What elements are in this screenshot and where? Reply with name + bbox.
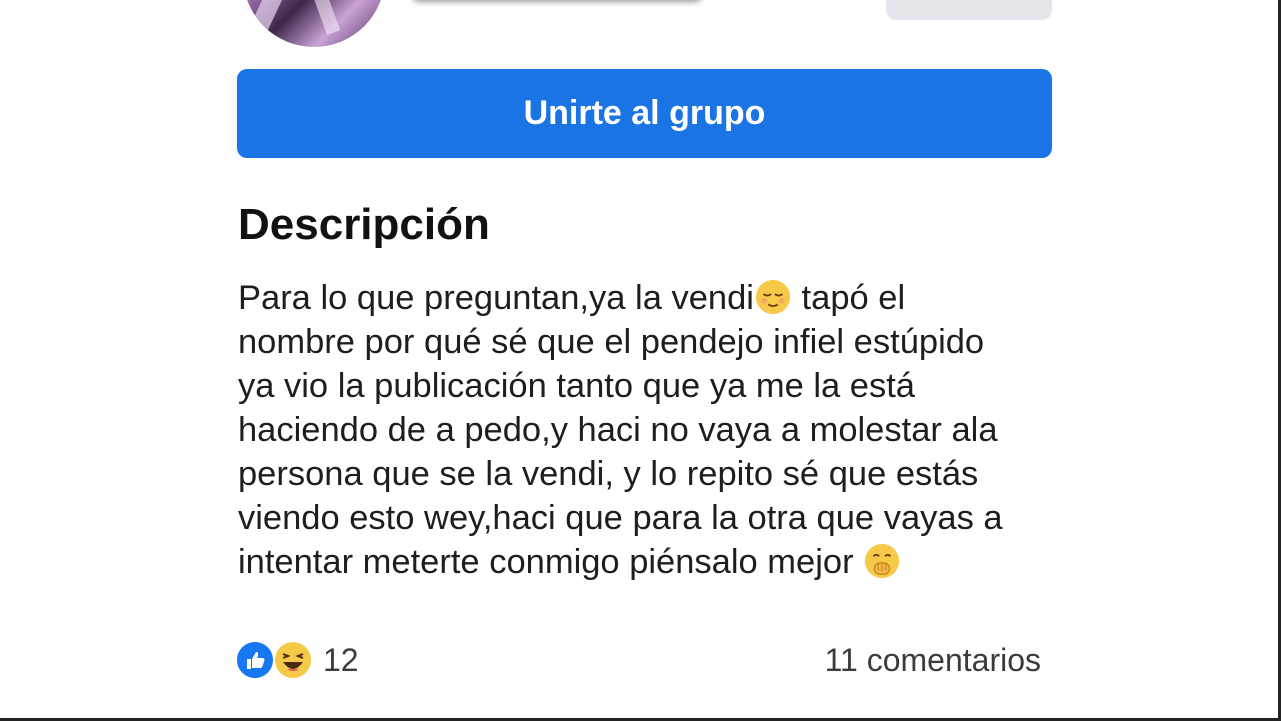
reaction-count: 12 bbox=[323, 641, 359, 678]
description-line: ya vio la publicación tanto que ya me la… bbox=[238, 367, 915, 405]
comments-count-link[interactable]: 11 comentarios bbox=[825, 642, 1041, 679]
like-reaction-icon bbox=[235, 640, 275, 680]
description-line: haciendo de a pedo,y haci no vaya a mole… bbox=[238, 411, 998, 449]
join-group-button[interactable]: Unirte al grupo bbox=[237, 69, 1052, 158]
description-text: Para lo que preguntan,ya la vendi tapó e… bbox=[238, 276, 1068, 584]
description-line: Para lo que preguntan,ya la vendi tapó e… bbox=[238, 279, 906, 317]
description-line: persona que se la vendi, y lo repito sé … bbox=[238, 455, 979, 493]
face-with-hand-over-mouth-icon bbox=[865, 543, 900, 579]
description-line: viendo esto wey,haci que para la otra qu… bbox=[238, 499, 1003, 537]
group-avatar[interactable] bbox=[243, 0, 385, 47]
description-line: intentar meterte conmigo piénsalo mejor bbox=[238, 540, 1068, 584]
description-line: nombre por qué sé que el pendejo infiel … bbox=[238, 323, 985, 361]
reactions-summary[interactable]: 12 bbox=[235, 638, 359, 682]
top-action-button[interactable] bbox=[886, 0, 1052, 20]
description-heading: Descripción bbox=[238, 200, 490, 249]
haha-reaction-icon bbox=[273, 640, 313, 680]
relieved-face-icon bbox=[755, 279, 791, 315]
group-name-redacted bbox=[412, 0, 702, 2]
